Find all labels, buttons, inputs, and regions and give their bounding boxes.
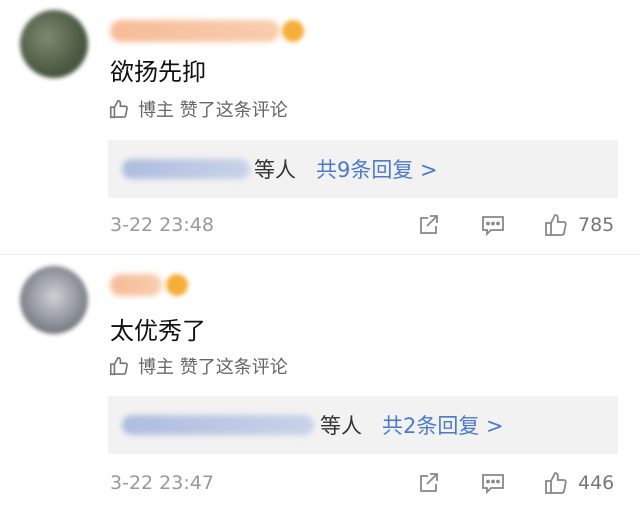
view-replies-link[interactable]: 共2条回复 > <box>382 410 504 440</box>
reply-preview[interactable]: 等人 共9条回复 > <box>108 140 618 198</box>
author-liked-row: 博主 赞了这条评论 <box>108 95 288 123</box>
view-replies-link[interactable]: 共9条回复 > <box>316 154 438 184</box>
avatar[interactable] <box>20 266 88 334</box>
thumbs-up-icon[interactable] <box>543 470 569 496</box>
username-blurred[interactable] <box>110 274 162 296</box>
avatar[interactable] <box>20 10 88 78</box>
reply-names-blurred <box>122 415 314 435</box>
share-icon[interactable] <box>416 470 442 496</box>
comment-item: 太优秀了 博主 赞了这条评论 等人 共2条回复 > 3-22 23:47 446 <box>0 256 640 507</box>
comment-item: 欲扬先抑 博主 赞了这条评论 等人 共9条回复 > 3-22 23:48 785 <box>0 0 640 254</box>
author-liked-row: 博主 赞了这条评论 <box>108 352 288 380</box>
liked-by-text: 博主 赞了这条评论 <box>138 100 288 121</box>
comment-time: 3-22 23:47 <box>110 472 214 494</box>
reply-others-label: 等人 <box>320 414 362 438</box>
reply-preview[interactable]: 等人 共2条回复 > <box>108 396 618 454</box>
comment-meta-row: 3-22 23:48 785 <box>0 210 640 240</box>
vip-badge-icon <box>282 20 304 42</box>
comment-text: 欲扬先抑 <box>110 58 206 86</box>
comment-meta-row: 3-22 23:47 446 <box>0 468 640 498</box>
thumbs-up-outline-icon <box>108 355 130 377</box>
thumbs-up-icon[interactable] <box>543 212 569 238</box>
thumbs-up-outline-icon <box>108 98 130 120</box>
comment-text: 太优秀了 <box>110 317 206 345</box>
like-count: 446 <box>578 472 615 494</box>
like-count: 785 <box>578 214 615 236</box>
reply-names-blurred <box>122 159 250 179</box>
liked-by-text: 博主 赞了这条评论 <box>138 357 288 378</box>
comment-bubble-icon[interactable] <box>480 470 506 496</box>
reply-others-label: 等人 <box>254 158 296 182</box>
divider <box>0 254 640 255</box>
username-blurred[interactable] <box>110 20 280 42</box>
comment-bubble-icon[interactable] <box>480 212 506 238</box>
comment-time: 3-22 23:48 <box>110 214 214 236</box>
share-icon[interactable] <box>416 212 442 238</box>
vip-badge-icon <box>166 274 188 296</box>
